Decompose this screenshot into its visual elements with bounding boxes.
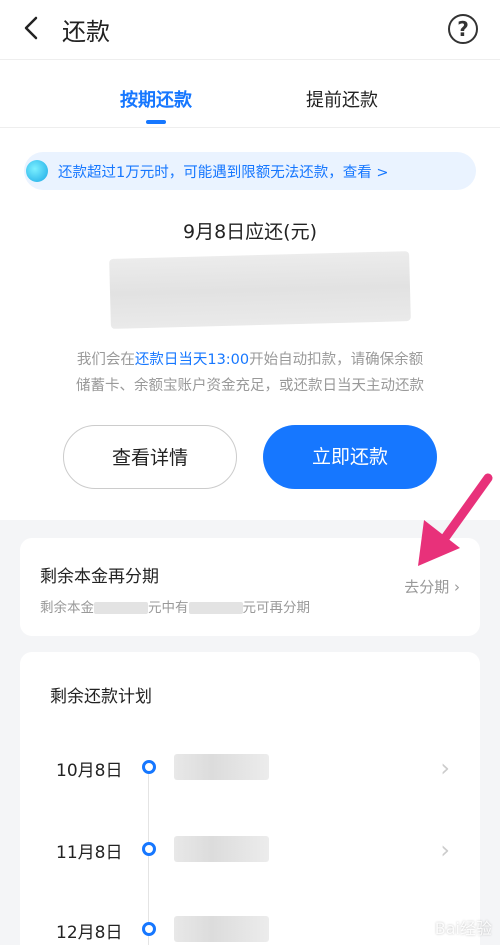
due-amount-redacted: [109, 251, 411, 329]
help-icon[interactable]: ?: [448, 14, 478, 44]
active-tab-indicator: [146, 120, 166, 124]
auto-deduct-suffix: 开始自动扣款，请确保余额: [249, 352, 424, 368]
plan-row[interactable]: 10月8日 ›: [20, 748, 480, 788]
reinstallment-card[interactable]: 剩余本金再分期 剩余本金 元中有 元可再分期 去分期 ›: [20, 538, 480, 636]
plan-row[interactable]: 12月8日: [20, 910, 480, 945]
plan-row-date: 11月8日: [56, 843, 123, 863]
tab-bar: 按期还款 提前还款: [0, 60, 500, 128]
go-installment-link[interactable]: 去分期 ›: [404, 576, 460, 597]
timeline-dot-icon: [142, 922, 156, 936]
redacted-principal: [94, 602, 148, 614]
header: 还款 ?: [0, 0, 500, 60]
chevron-right-icon: ›: [440, 754, 450, 782]
view-details-button[interactable]: 查看详情: [63, 425, 237, 489]
top-section: 还款 ? 按期还款 提前还款 还款超过1万元时，可能遇到限额无法还款，查看 > …: [0, 0, 500, 520]
reinstallment-sub-b: 元中有: [148, 600, 189, 616]
auto-deduct-line2: 储蓄卡、余额宝账户资金充足，或还款日当天主动还款: [76, 378, 424, 394]
reinstallment-subtitle: 剩余本金 元中有 元可再分期: [40, 596, 310, 616]
timeline-dot-icon: [142, 760, 156, 774]
due-amount-title: 9月8日应还(元): [182, 221, 317, 243]
page-title: 还款: [62, 18, 110, 46]
auto-deduct-time-highlight: 还款日当天13:00: [134, 352, 250, 368]
notice-icon: [26, 160, 48, 182]
plan-row-date: 10月8日: [56, 761, 123, 781]
chevron-right-icon: ›: [454, 578, 460, 596]
back-icon[interactable]: [18, 14, 46, 42]
chevron-right-icon: ›: [440, 836, 450, 864]
reinstallment-title: 剩余本金再分期: [40, 567, 159, 587]
go-installment-label: 去分期: [404, 578, 450, 596]
plan-row-amount-redacted: [174, 836, 269, 862]
reinstallment-sub-a: 剩余本金: [40, 600, 94, 616]
watermark: Bai经验: [434, 919, 492, 938]
notice-text: 还款超过1万元时，可能遇到限额无法还款，查看 >: [58, 165, 389, 181]
repayment-plan-title: 剩余还款计划: [50, 687, 152, 707]
auto-deduct-line1: 我们会在还款日当天13:00开始自动扣款，请确保余额: [0, 347, 500, 373]
tab-early-repayment[interactable]: 提前还款: [306, 86, 378, 112]
timeline-dot-icon: [142, 842, 156, 856]
repayment-plan-card: 剩余还款计划 10月8日 › 11月8日 › 12月8日: [20, 652, 480, 945]
redacted-eligible-amount: [188, 602, 243, 614]
limit-notice-banner[interactable]: 还款超过1万元时，可能遇到限额无法还款，查看 >: [24, 152, 476, 190]
pay-now-button[interactable]: 立即还款: [263, 425, 437, 489]
plan-row-amount-redacted: [174, 916, 269, 942]
reinstallment-sub-c: 元可再分期: [242, 600, 311, 616]
auto-deduct-prefix: 我们会在: [76, 352, 135, 368]
plan-row[interactable]: 11月8日 ›: [20, 830, 480, 870]
tab-scheduled-repayment[interactable]: 按期还款: [120, 86, 192, 112]
plan-row-amount-redacted: [174, 754, 269, 780]
plan-row-date: 12月8日: [56, 923, 123, 943]
